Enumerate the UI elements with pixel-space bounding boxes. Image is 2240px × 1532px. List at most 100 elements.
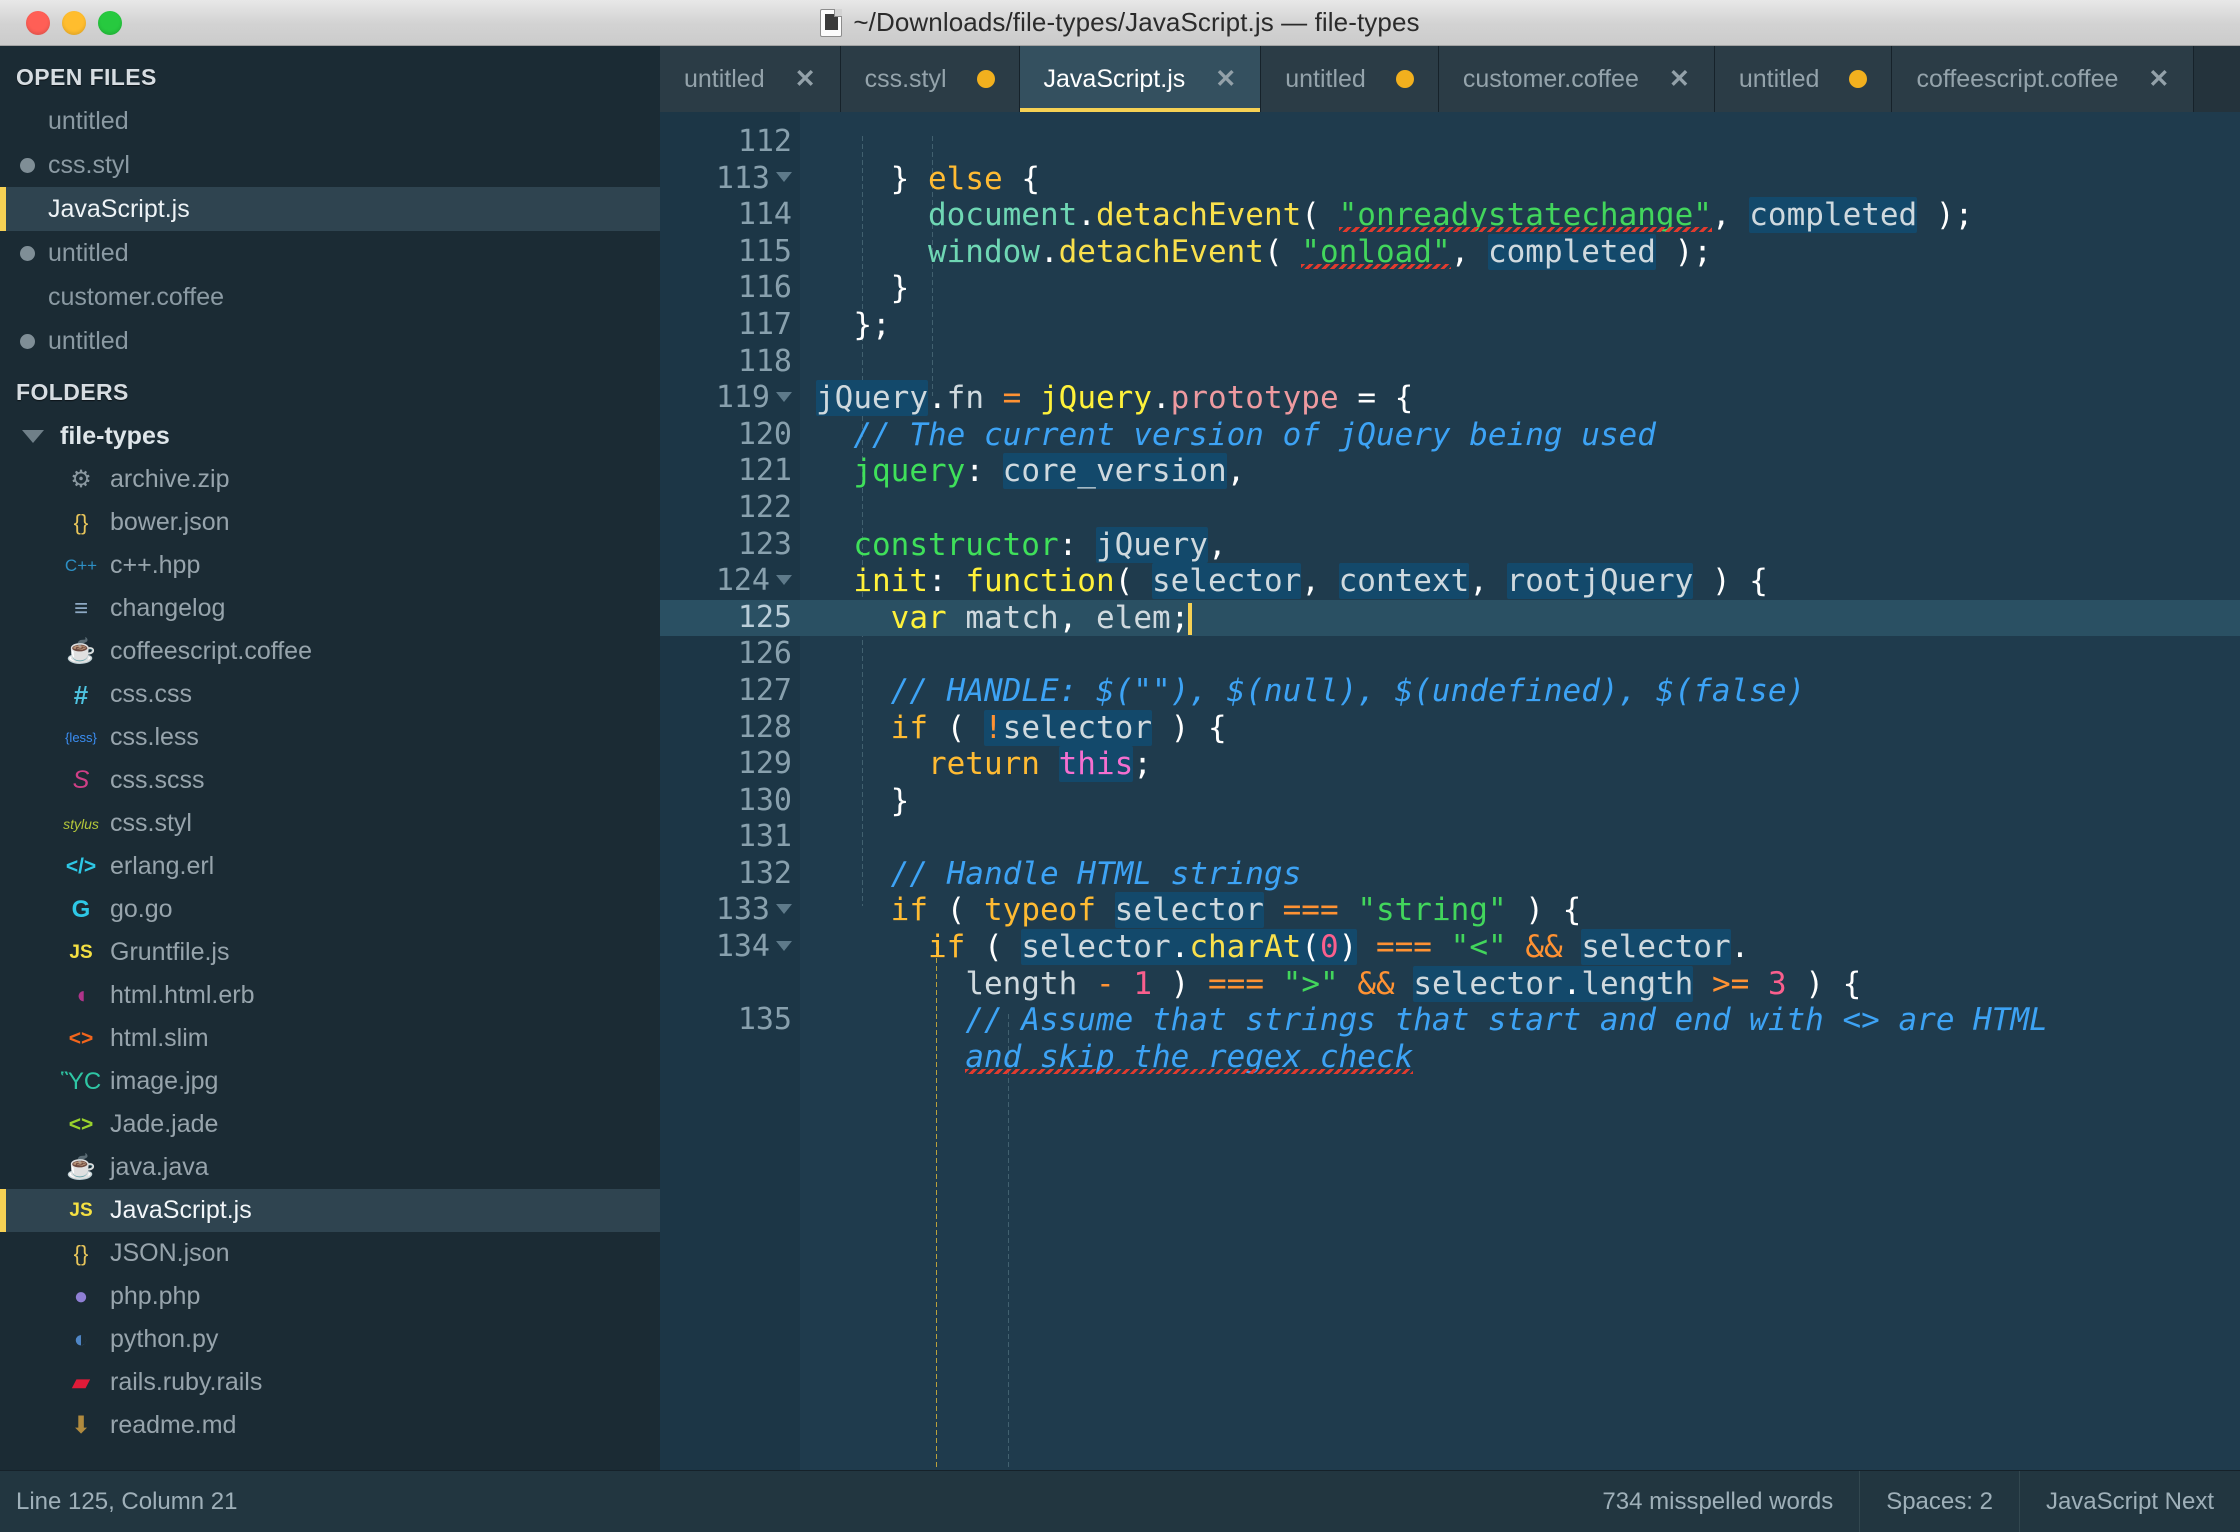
close-window-button[interactable] xyxy=(26,11,50,35)
minimize-window-button[interactable] xyxy=(62,11,86,35)
line-number: 123 xyxy=(737,526,792,562)
file-tree-item[interactable]: JS JavaScript.js xyxy=(0,1189,660,1232)
tab[interactable]: coffeescript.coffee ✕ xyxy=(1892,46,2195,112)
code-angle-icon: </> xyxy=(65,855,97,878)
tab[interactable]: css.styl xyxy=(840,46,1020,112)
javascript-icon: JS xyxy=(69,1200,93,1221)
code-line: // Handle HTML strings xyxy=(890,855,1302,892)
indentation-status[interactable]: Spaces: 2 xyxy=(1859,1470,2019,1532)
hash-icon: # xyxy=(73,679,89,710)
list-lines-icon: ≡ xyxy=(73,594,88,622)
file-tree-item[interactable]: JS Gruntfile.js xyxy=(0,931,660,974)
open-file-item[interactable]: untitled xyxy=(0,231,660,275)
file-tree-item[interactable]: ◖ html.html.erb xyxy=(0,974,660,1017)
cplusplus-icon: C++ xyxy=(64,556,98,575)
file-tree-item[interactable]: stylus css.styl xyxy=(0,802,660,845)
tab-close-icon[interactable]: ✕ xyxy=(1215,64,1236,94)
php-elephant-icon: ● xyxy=(73,1282,89,1310)
spelling-status[interactable]: 734 misspelled words xyxy=(1576,1471,1859,1532)
file-tree-item[interactable]: {} JSON.json xyxy=(0,1232,660,1275)
java-icon: ☕ xyxy=(66,1153,96,1181)
line-number: 134 xyxy=(660,929,800,966)
braces-icon: {} xyxy=(73,1240,89,1266)
file-tree-item[interactable]: ☕ coffeescript.coffee xyxy=(0,630,660,673)
line-number: 121 xyxy=(737,453,792,489)
status-right-group: 734 misspelled words Spaces: 2 JavaScrip… xyxy=(1576,1470,2240,1532)
file-tree-item-label: erlang.erl xyxy=(110,852,215,880)
file-tree-item[interactable]: ▰ rails.ruby.rails xyxy=(0,1361,660,1404)
line-number: 120 xyxy=(737,416,792,452)
file-tree-item[interactable]: # css.css xyxy=(0,673,660,716)
code-angle-icon: <> xyxy=(68,1113,94,1136)
tab-modified-dot-icon[interactable] xyxy=(976,70,995,88)
file-tree-item[interactable]: ● php.php xyxy=(0,1275,660,1318)
tab-label: css.styl xyxy=(864,64,947,93)
file-tree-item-label: JSON.json xyxy=(110,1239,230,1267)
tab[interactable]: untitled xyxy=(1261,46,1439,112)
file-tree-item[interactable]: Scss.scss xyxy=(0,759,660,802)
file-tree-item[interactable]: ☕ java.java xyxy=(0,1146,660,1189)
open-file-label: untitled xyxy=(48,238,129,267)
tab-close-icon[interactable]: ✕ xyxy=(1669,64,1690,94)
code-fold-triangle-icon[interactable] xyxy=(776,940,792,951)
file-tree-item[interactable]: ⬇ readme.md xyxy=(0,1404,660,1447)
code-view[interactable]: 112 113 114 115 116 117 118 119 120 121 122 123 124 1… xyxy=(660,112,2240,1470)
file-tree-item[interactable]: ◐ python.py xyxy=(0,1318,660,1361)
file-tree-item[interactable]: ≡ changelog xyxy=(0,587,660,630)
tab-active[interactable]: JavaScript.js ✕ xyxy=(1019,46,1262,112)
tab-close-icon[interactable]: ✕ xyxy=(795,64,816,94)
code-fold-triangle-icon[interactable] xyxy=(776,574,792,585)
markdown-arrow-icon: ⬇ xyxy=(70,1411,92,1439)
line-number: 118 xyxy=(737,343,792,379)
window-title: ~/Downloads/file-types/JavaScript.js — f… xyxy=(853,7,1420,37)
file-tree-item[interactable]: ὛC image.jpg xyxy=(0,1060,660,1103)
open-file-label: JavaScript.js xyxy=(48,194,190,223)
code-line: } else { xyxy=(890,160,1040,197)
open-file-item[interactable]: css.styl xyxy=(0,143,660,187)
code-fold-triangle-icon[interactable] xyxy=(776,391,792,402)
file-tree-item-label: Gruntfile.js xyxy=(110,938,230,966)
open-file-item[interactable]: untitled xyxy=(0,319,660,363)
file-tree-item[interactable]: {less} css.less xyxy=(0,716,660,759)
file-tree-item[interactable]: <> Jade.jade xyxy=(0,1103,660,1146)
folder-item-file-types[interactable]: file-types xyxy=(0,414,660,458)
file-tree-item-label: c++.hpp xyxy=(110,551,201,579)
tab[interactable]: untitled ✕ xyxy=(660,46,841,112)
tab[interactable]: untitled xyxy=(1714,46,1893,112)
tab-label: JavaScript.js xyxy=(1043,64,1186,93)
tab-label: untitled xyxy=(1738,64,1820,93)
code-line: }; xyxy=(853,306,891,343)
editor-window: ~/Downloads/file-types/JavaScript.js — f… xyxy=(0,0,2240,1532)
open-file-item-active[interactable]: JavaScript.js xyxy=(0,187,660,231)
code-content[interactable]: } else { document.detachEvent( "onreadys… xyxy=(800,112,2240,1470)
tab-label: coffeescript.coffee xyxy=(1916,64,2119,93)
file-tree-item[interactable]: <> html.slim xyxy=(0,1017,660,1060)
file-tree-item[interactable]: {} bower.json xyxy=(0,501,660,544)
open-file-item[interactable]: customer.coffee xyxy=(0,275,660,319)
document-icon xyxy=(820,8,843,37)
file-tree-item[interactable]: ⚙ archive.zip xyxy=(0,458,660,501)
maximize-window-button[interactable] xyxy=(98,11,122,35)
file-tree-item-label: css.less xyxy=(110,723,199,751)
editor-pane: untitled ✕ css.styl JavaScript.js ✕ untitled c… xyxy=(660,46,2240,1470)
code-line: jquery: core_version, xyxy=(853,453,1246,490)
modified-dot-icon xyxy=(20,333,35,349)
file-tree-item[interactable]: C++ c++.hpp xyxy=(0,544,660,587)
open-file-item[interactable]: untitled xyxy=(0,99,660,143)
tab-modified-dot-icon[interactable] xyxy=(1849,70,1868,88)
syntax-status[interactable]: JavaScript Next xyxy=(2018,1470,2240,1532)
tab-close-icon[interactable]: ✕ xyxy=(2148,64,2169,94)
code-line: if ( selector.charAt(0) === "<" && selec… xyxy=(927,929,1750,966)
code-fold-triangle-icon[interactable] xyxy=(776,903,792,914)
file-tree-item[interactable]: </> erlang.erl xyxy=(0,845,660,888)
tab[interactable]: customer.coffee ✕ xyxy=(1438,46,1715,112)
code-line: length - 1 ) === ">" && selector.length … xyxy=(965,965,1862,1002)
line-number-gutter: 112 113 114 115 116 117 118 119 120 121 122 123 124 1… xyxy=(660,112,800,1470)
code-line: and skip the regex check xyxy=(965,1038,1414,1075)
tab-modified-dot-icon[interactable] xyxy=(1395,70,1414,88)
open-file-label: untitled xyxy=(48,326,129,355)
code-fold-triangle-icon[interactable] xyxy=(776,172,792,183)
vertical-scrollbar[interactable] xyxy=(2226,178,2240,1470)
file-tree-item[interactable]: Ggo.go xyxy=(0,888,660,931)
